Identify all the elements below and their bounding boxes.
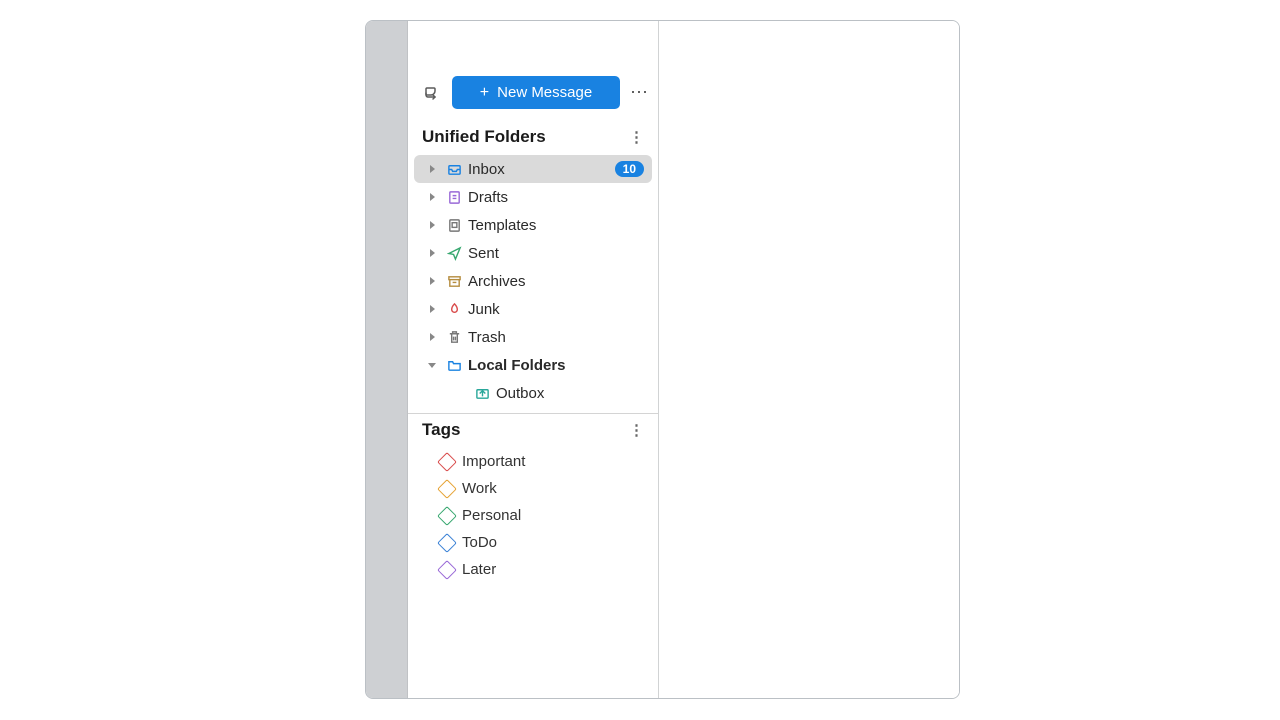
folder-label: Drafts [468,189,644,206]
folder-drafts[interactable]: Drafts [414,183,652,211]
chevron-right-icon[interactable] [424,245,440,261]
drafts-icon [445,190,463,205]
tag-important[interactable]: Important [408,448,658,475]
inbox-icon [445,162,463,177]
tag-label: Personal [462,507,521,524]
chevron-right-icon[interactable] [424,217,440,233]
folder-label: Inbox [468,161,610,178]
tag-icon [437,479,457,499]
toolbar-more-icon[interactable]: ⋯ [630,82,646,103]
tag-personal[interactable]: Personal [408,502,658,529]
tag-later[interactable]: Later [408,556,658,583]
tag-label: Work [462,480,497,497]
tag-icon [437,452,457,472]
main-content [659,21,959,698]
tag-icon [437,506,457,526]
section-title: Unified Folders [422,127,546,147]
folder-inbox[interactable]: Inbox 10 [414,155,652,183]
plus-icon: + [480,85,489,101]
tag-label: Later [462,561,496,578]
archive-icon [445,274,463,289]
unread-badge: 10 [615,161,644,177]
get-messages-icon[interactable] [420,82,442,104]
chevron-right-icon[interactable] [424,189,440,205]
folder-list: Inbox 10 Drafts Templates [408,155,658,407]
folder-templates[interactable]: Templates [414,211,652,239]
section-menu-icon[interactable]: ⋮ [629,421,644,439]
folder-label: Templates [468,217,644,234]
chevron-right-icon[interactable] [424,161,440,177]
unified-folders-header: Unified Folders ⋮ [408,121,658,155]
new-message-label: New Message [497,84,592,101]
tag-label: Important [462,453,525,470]
folder-archives[interactable]: Archives [414,267,652,295]
folder-sent[interactable]: Sent [414,239,652,267]
chevron-down-icon[interactable] [424,357,440,373]
tag-work[interactable]: Work [408,475,658,502]
folder-label: Junk [468,301,644,318]
tag-list: Important Work Personal ToDo Later [408,448,658,583]
section-title: Tags [422,420,460,440]
spaces-bar[interactable] [366,21,408,698]
folder-label: Local Folders [468,357,644,374]
tag-label: ToDo [462,534,497,551]
trash-icon [445,330,463,345]
tags-header: Tags ⋮ [408,414,658,448]
outbox-icon [473,386,491,401]
folder-pane: + New Message ⋯ Unified Folders ⋮ Inbox … [408,21,659,698]
folder-outbox[interactable]: Outbox [414,379,652,407]
chevron-right-icon[interactable] [424,301,440,317]
folder-label: Archives [468,273,644,290]
new-message-button[interactable]: + New Message [452,76,620,109]
folder-label: Sent [468,245,644,262]
folder-local-folders[interactable]: Local Folders [414,351,652,379]
junk-icon [445,302,463,317]
folder-toolbar: + New Message ⋯ [408,71,658,121]
sent-icon [445,246,463,261]
folder-label: Outbox [496,385,644,402]
folder-trash[interactable]: Trash [414,323,652,351]
folder-junk[interactable]: Junk [414,295,652,323]
chevron-right-icon[interactable] [424,273,440,289]
tag-icon [437,533,457,553]
section-menu-icon[interactable]: ⋮ [629,128,644,146]
folder-icon [445,358,463,373]
tag-icon [437,560,457,580]
tag-todo[interactable]: ToDo [408,529,658,556]
templates-icon [445,218,463,233]
chevron-right-icon[interactable] [424,329,440,345]
folder-label: Trash [468,329,644,346]
